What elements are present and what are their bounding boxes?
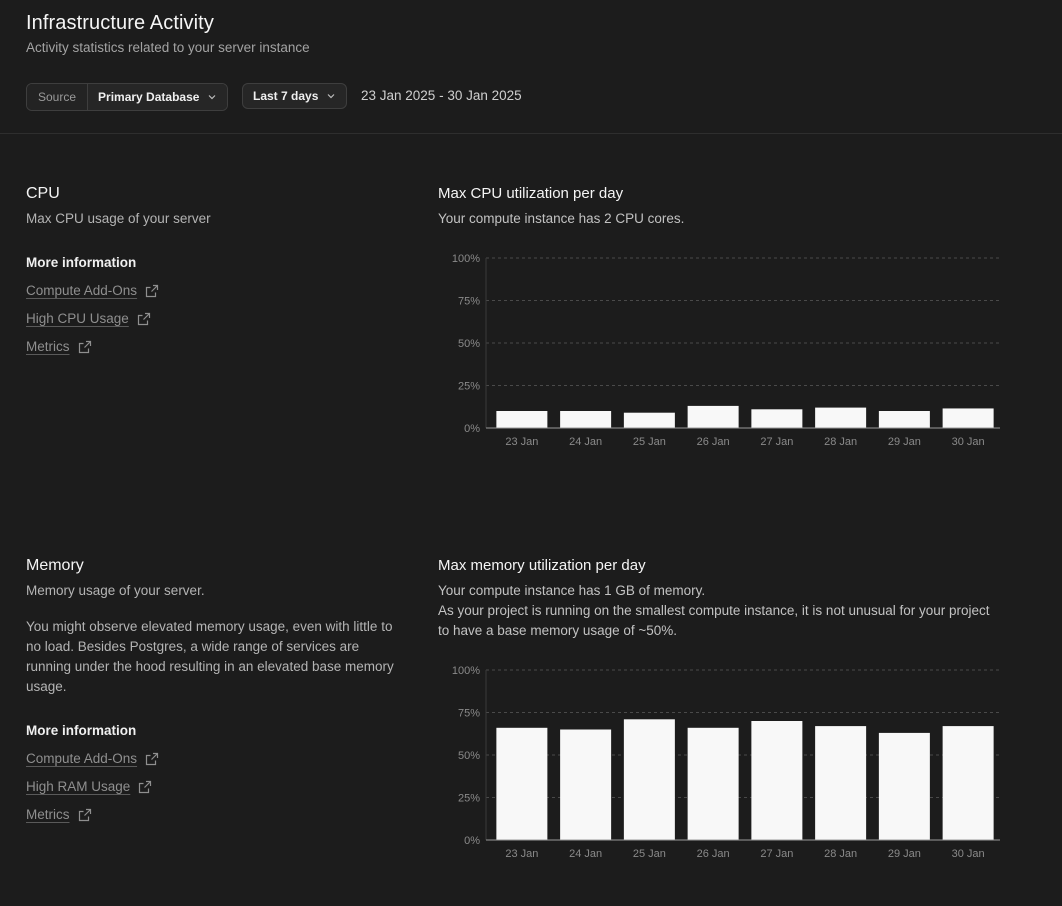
source-label: Source — [27, 84, 89, 110]
y-tick-label: 25% — [458, 381, 480, 393]
memory-link-compute-add-ons[interactable]: Compute Add-Ons — [26, 751, 159, 766]
bar — [815, 726, 867, 840]
bar — [878, 732, 930, 840]
cpu-section-title: CPU — [26, 185, 60, 202]
bar — [751, 721, 803, 840]
cpu-link-compute-add-ons[interactable]: Compute Add-Ons — [26, 283, 159, 298]
page-header: Infrastructure Activity Activity statist… — [0, 0, 1062, 134]
cpu-bar-chart: 0% 25% 50% 75% 100% 23 Jan 24 Jan 25 Jan 26 Jan 2… — [452, 253, 1000, 448]
cpu-link-metrics[interactable]: Metrics — [26, 339, 92, 354]
cpu-section-description: Max CPU usage of your server — [26, 211, 211, 226]
x-tick-label: 29 Jan — [888, 436, 921, 448]
y-tick-label: 100% — [452, 665, 480, 677]
x-tick-label: 27 Jan — [760, 848, 793, 860]
bar — [496, 411, 548, 428]
page-subtitle: Activity statistics related to your serv… — [26, 40, 310, 55]
bar — [878, 411, 930, 428]
bar — [560, 411, 612, 428]
date-range-label: 23 Jan 2025 - 30 Jan 2025 — [361, 88, 522, 103]
x-tick-label: 28 Jan — [824, 436, 857, 448]
bar — [623, 412, 675, 428]
link-label: Compute Add-Ons — [26, 751, 138, 766]
x-tick-label: 26 Jan — [697, 848, 730, 860]
link-label: Metrics — [26, 339, 70, 354]
x-tick-label: 25 Jan — [633, 436, 666, 448]
x-tick-label: 25 Jan — [633, 848, 666, 860]
external-link-icon — [145, 284, 159, 297]
y-tick-label: 0% — [464, 835, 480, 847]
x-tick-label: 24 Jan — [569, 848, 602, 860]
cpu-more-info-heading: More information — [26, 255, 137, 270]
memory-more-info-heading: More information — [26, 723, 137, 738]
bar — [496, 727, 548, 840]
cpu-chart-description: Your compute instance has 2 CPU cores. — [438, 211, 685, 226]
memory-link-metrics[interactable]: Metrics — [26, 807, 92, 822]
date-range-dropdown[interactable]: Last 7 days — [242, 83, 348, 109]
bar — [560, 729, 612, 840]
memory-bar-chart: 0% 25% 50% 75% 100% 23 Jan 24 Jan 25 Jan 26 Jan 2… — [452, 665, 1000, 860]
cpu-chart-title: Max CPU utilization per day — [438, 185, 624, 202]
x-tick-label: 30 Jan — [952, 436, 985, 448]
source-value: Primary Database — [98, 90, 200, 104]
external-link-icon — [78, 808, 91, 821]
memory-chart-description: Your compute instance has 1 GB of memory… — [438, 583, 706, 598]
link-label: Compute Add-Ons — [26, 283, 138, 298]
chevron-down-icon — [208, 95, 216, 100]
range-value: Last 7 days — [253, 89, 319, 103]
x-tick-label: 29 Jan — [888, 848, 921, 860]
y-tick-label: 0% — [464, 423, 480, 435]
link-label: Metrics — [26, 807, 70, 822]
x-tick-label: 27 Jan — [760, 436, 793, 448]
memory-chart-note: As your project is running on the smalle… — [438, 603, 990, 638]
external-link-icon — [137, 312, 150, 325]
external-link-icon — [139, 780, 152, 793]
memory-section-title: Memory — [26, 557, 84, 574]
external-link-icon — [145, 752, 159, 765]
link-label: High CPU Usage — [26, 311, 129, 326]
x-tick-label: 30 Jan — [952, 848, 985, 860]
memory-link-high-ram-usage[interactable]: High RAM Usage — [26, 779, 152, 794]
source-selector: Source Primary Database — [26, 83, 229, 111]
external-link-icon — [78, 340, 91, 353]
source-dropdown[interactable]: Primary Database — [88, 84, 228, 110]
x-tick-label: 23 Jan — [505, 436, 538, 448]
memory-section-note: You might observe elevated memory usage,… — [26, 619, 394, 694]
bar — [687, 727, 739, 840]
bar — [815, 407, 867, 428]
y-tick-label: 75% — [458, 296, 480, 308]
cpu-link-high-cpu-usage[interactable]: High CPU Usage — [26, 311, 151, 326]
x-tick-label: 26 Jan — [697, 436, 730, 448]
memory-chart-title: Max memory utilization per day — [438, 557, 646, 574]
y-tick-label: 75% — [458, 708, 480, 720]
y-tick-label: 50% — [458, 750, 480, 762]
chevron-down-icon — [327, 94, 335, 99]
y-tick-label: 100% — [452, 253, 480, 265]
y-tick-label: 25% — [458, 793, 480, 805]
bar — [942, 408, 994, 428]
page-title: Infrastructure Activity — [26, 12, 214, 34]
link-label: High RAM Usage — [26, 779, 131, 794]
memory-section-description: Memory usage of your server. — [26, 583, 205, 598]
bar — [687, 405, 739, 428]
bar — [623, 719, 675, 840]
y-tick-label: 50% — [458, 338, 480, 350]
x-tick-label: 28 Jan — [824, 848, 857, 860]
bar — [751, 409, 803, 428]
x-tick-label: 23 Jan — [505, 848, 538, 860]
bar — [942, 726, 994, 840]
x-tick-label: 24 Jan — [569, 436, 602, 448]
